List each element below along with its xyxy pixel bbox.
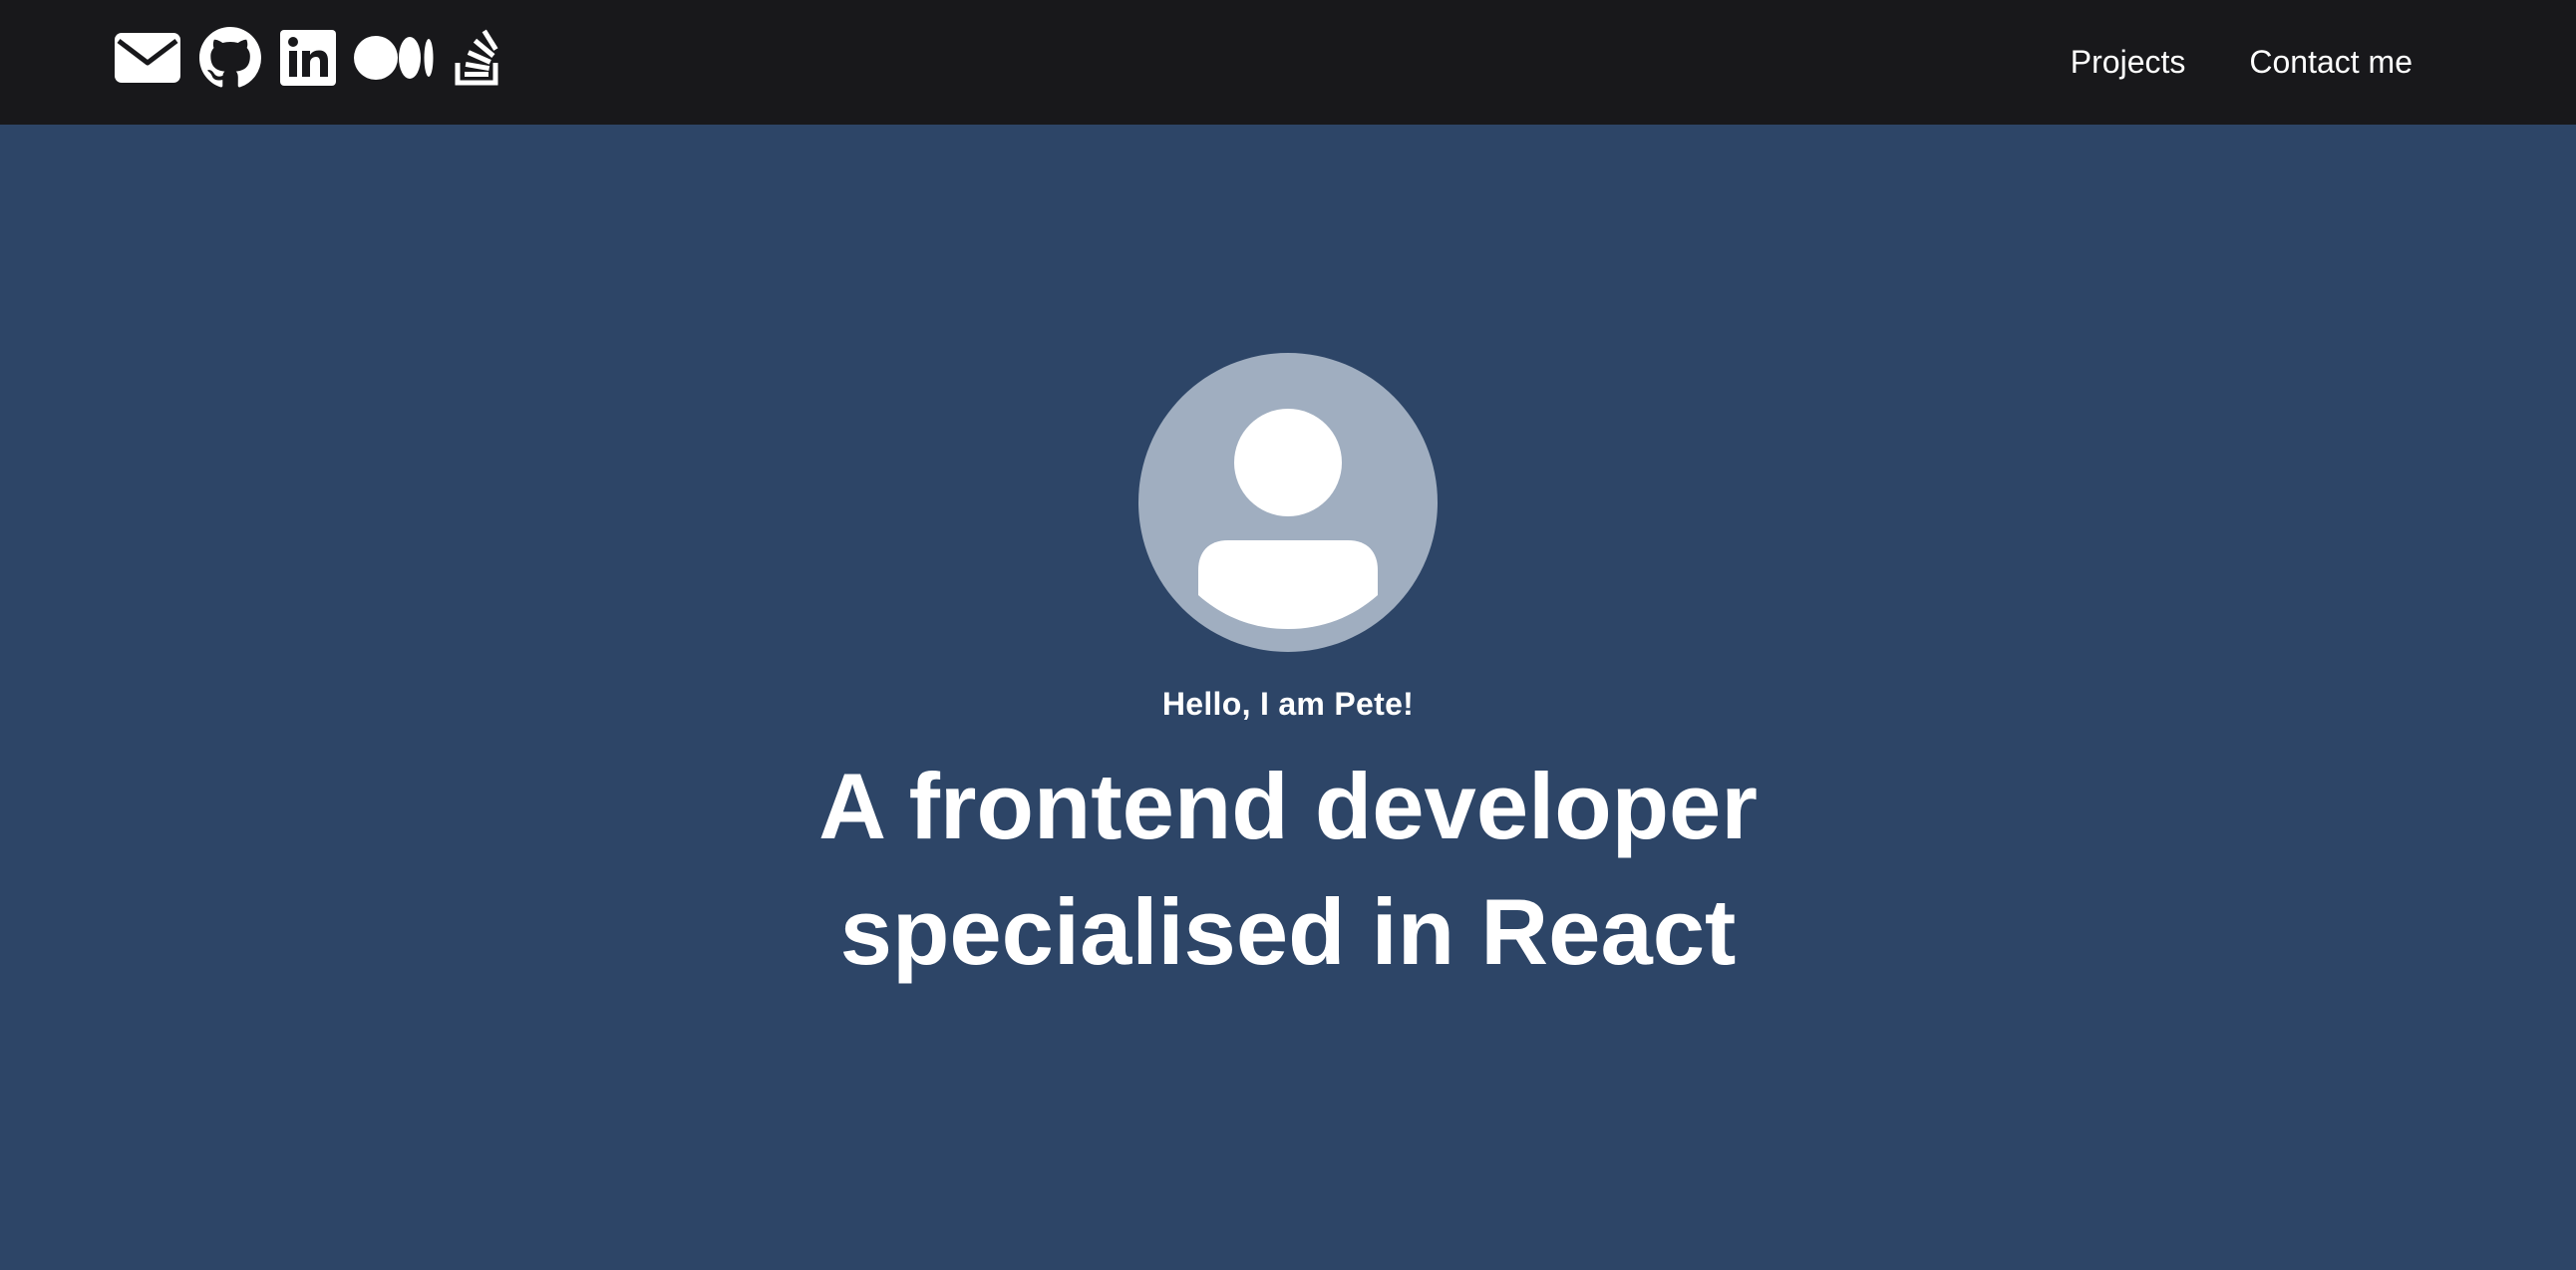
hero-section: Hello, I am Pete! A frontend developer s… bbox=[0, 125, 2576, 1270]
github-icon[interactable] bbox=[199, 27, 261, 89]
nav-link-contact[interactable]: Contact me bbox=[2249, 44, 2413, 81]
page-title: A frontend developer specialised in Reac… bbox=[740, 744, 1836, 995]
linkedin-icon[interactable] bbox=[280, 30, 336, 86]
user-avatar-icon bbox=[1198, 409, 1378, 629]
nav-link-projects[interactable]: Projects bbox=[2071, 44, 2186, 81]
top-navigation-bar: Projects Contact me bbox=[0, 0, 2576, 125]
social-links bbox=[115, 27, 501, 89]
email-icon[interactable] bbox=[115, 33, 180, 83]
headline-line-2: specialised in React bbox=[839, 879, 1737, 984]
stackoverflow-icon[interactable] bbox=[454, 29, 501, 87]
main-nav: Projects Contact me bbox=[2071, 0, 2413, 125]
headline-line-1: A frontend developer bbox=[818, 754, 1758, 858]
medium-icon[interactable] bbox=[354, 35, 434, 81]
greeting-text: Hello, I am Pete! bbox=[1161, 686, 1415, 722]
avatar bbox=[1138, 353, 1438, 652]
